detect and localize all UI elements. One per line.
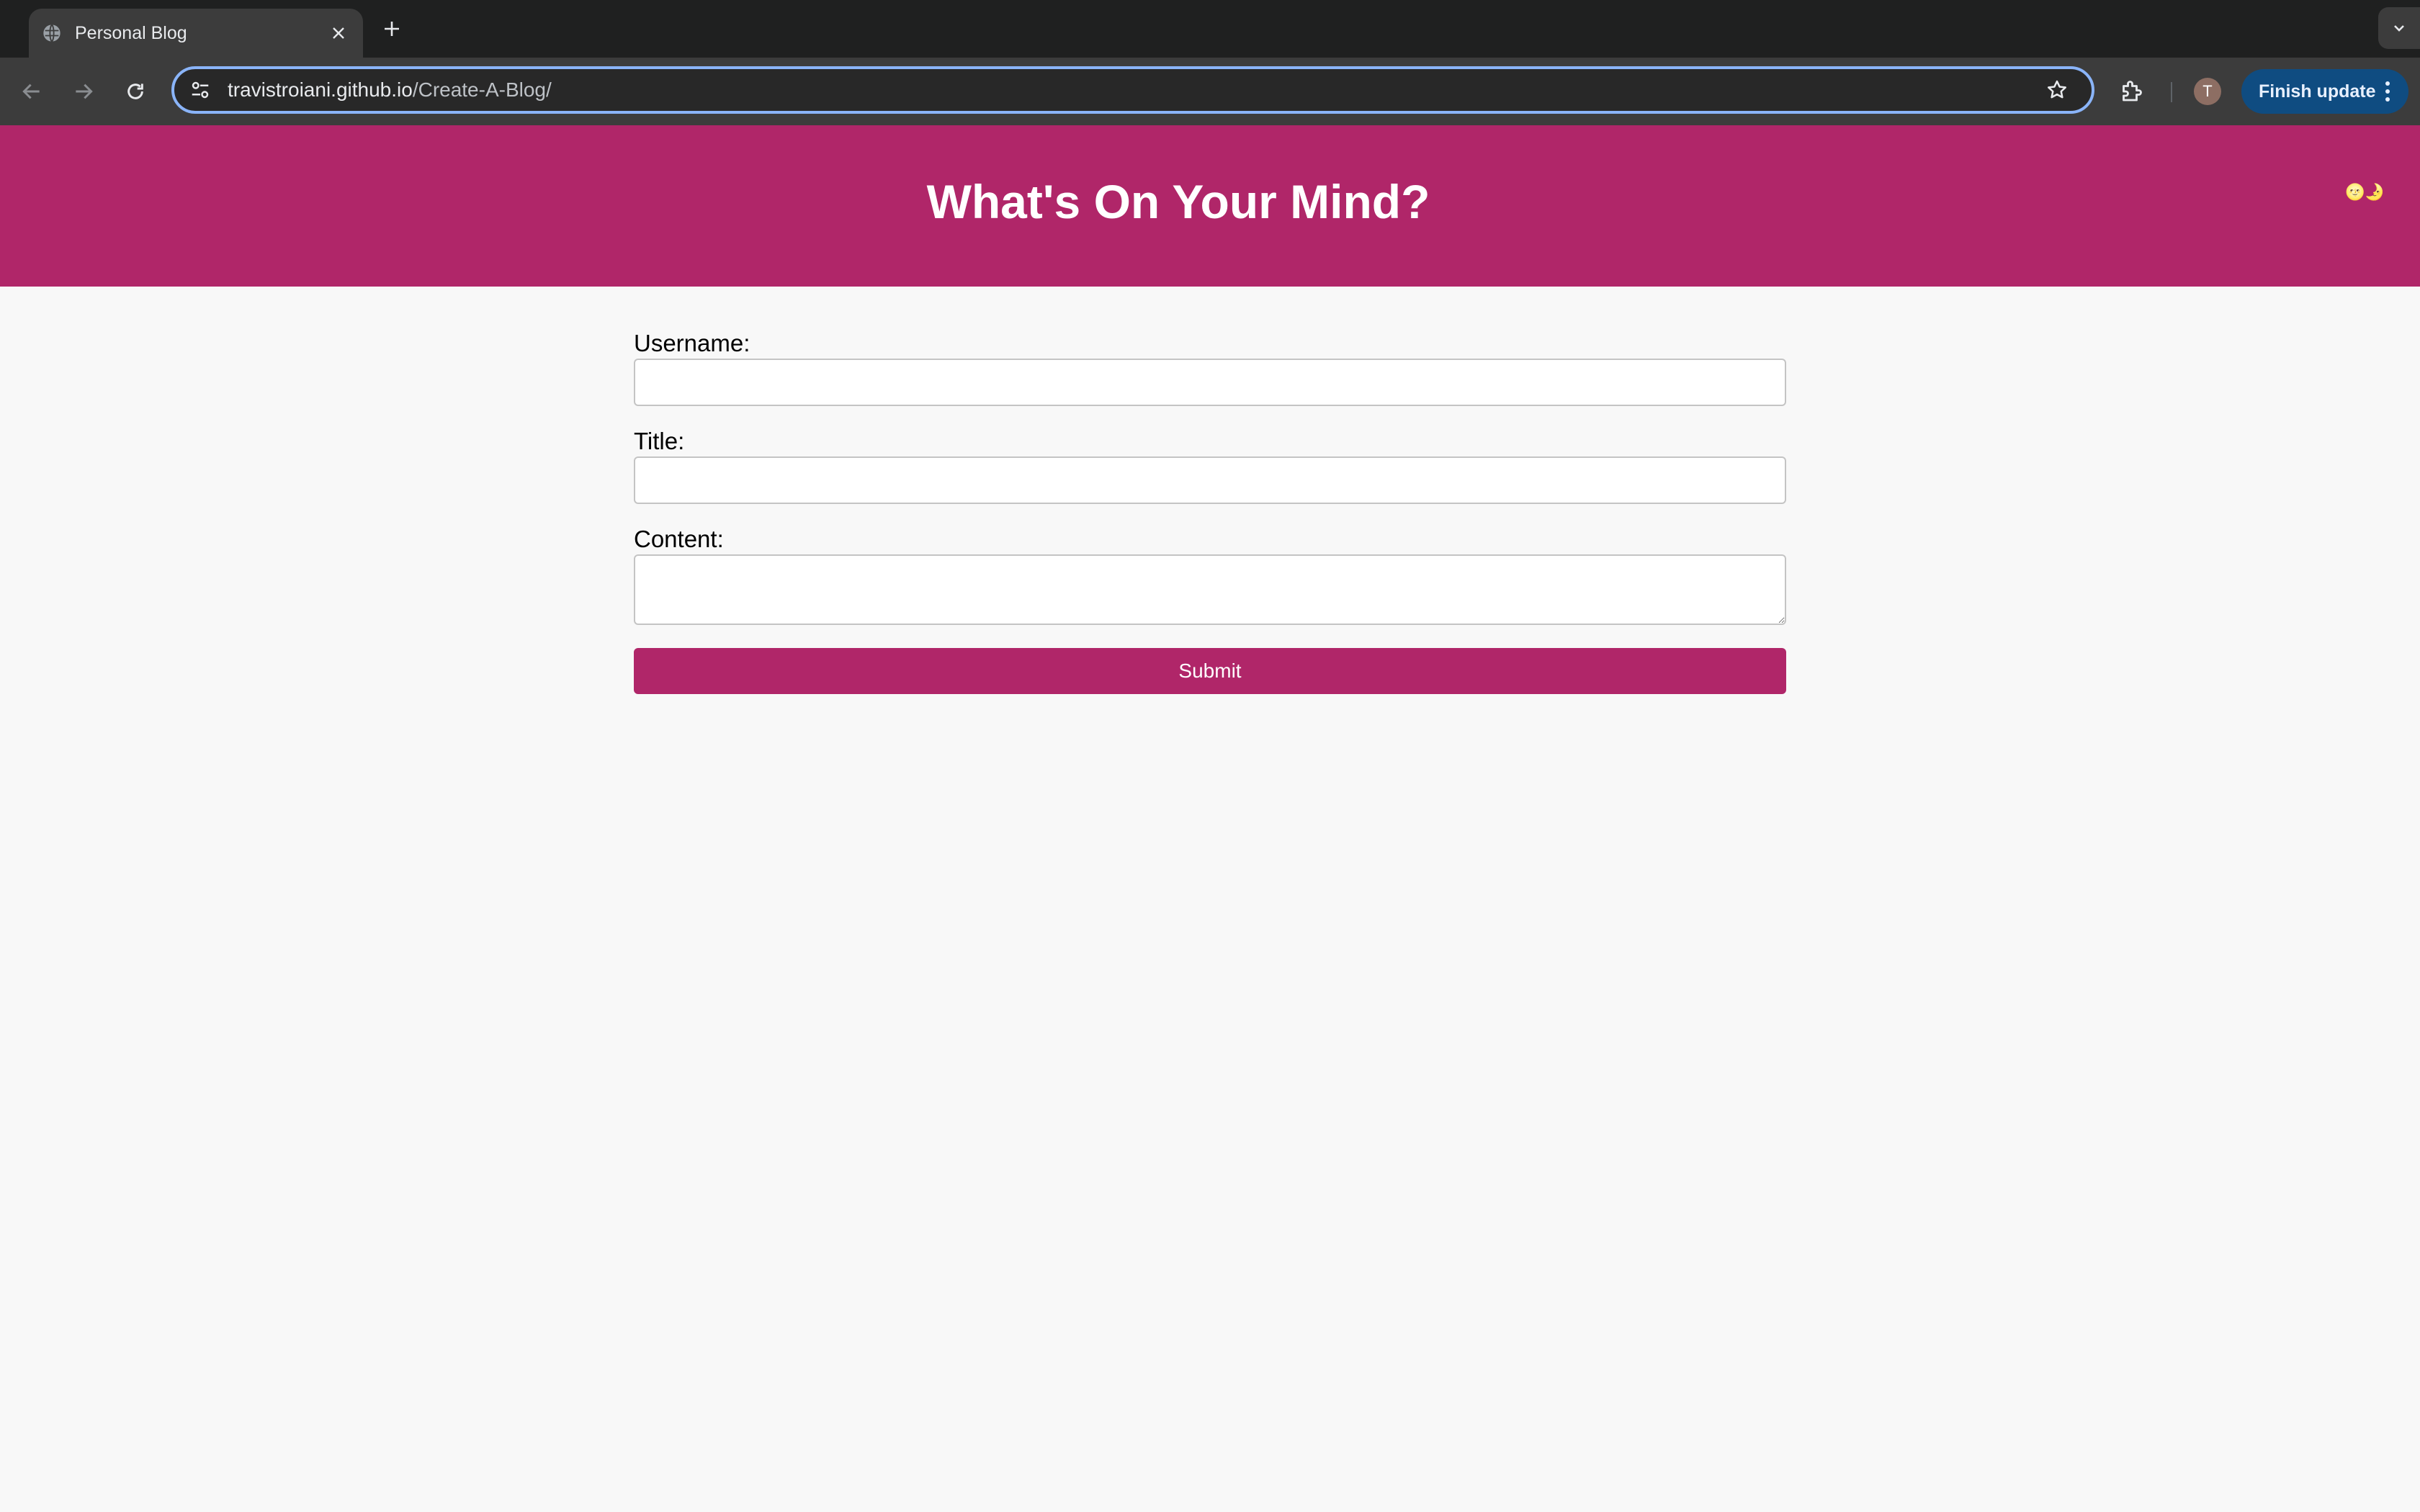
url-path: /Create-A-Blog/	[412, 78, 552, 101]
kebab-menu-icon[interactable]	[2377, 81, 2398, 102]
page-title: What's On Your Mind?	[926, 175, 1430, 228]
toolbar-divider	[2171, 82, 2172, 102]
submit-button[interactable]: Submit	[634, 648, 1786, 694]
browser-tab[interactable]: Personal Blog	[29, 9, 363, 58]
browser-tab-strip: Personal Blog	[0, 0, 2420, 58]
address-bar[interactable]: travistroiani.github.io/Create-A-Blog/	[171, 66, 2094, 114]
tab-search-chevron-icon[interactable]	[2378, 7, 2420, 49]
url-host: travistroiani.github.io	[228, 78, 413, 101]
extensions-puzzle-icon[interactable]	[2115, 75, 2148, 108]
reload-icon[interactable]	[118, 74, 153, 109]
content-textarea[interactable]	[634, 554, 1786, 625]
site-info-icon[interactable]	[187, 77, 213, 103]
browser-toolbar: travistroiani.github.io/Create-A-Blog/ T…	[0, 58, 2420, 125]
close-tab-icon[interactable]	[324, 19, 353, 48]
globe-icon	[42, 23, 62, 43]
dark-mode-toggle[interactable]: 🌝🌛	[2345, 183, 2385, 202]
new-tab-icon[interactable]	[376, 13, 408, 45]
profile-avatar[interactable]: T	[2194, 78, 2221, 105]
back-icon[interactable]	[14, 74, 49, 109]
username-label: Username:	[634, 330, 750, 356]
finish-update-label: Finish update	[2259, 81, 2376, 102]
username-input[interactable]	[634, 359, 1786, 406]
title-label: Title:	[634, 428, 685, 454]
page-header: What's On Your Mind? 🌝🌛	[0, 125, 2420, 287]
forward-icon[interactable]	[66, 74, 101, 109]
tab-title: Personal Blog	[75, 22, 187, 43]
finish-update-button[interactable]: Finish update	[2241, 69, 2408, 114]
title-input[interactable]	[634, 456, 1786, 504]
content-label: Content:	[634, 526, 724, 552]
url-text: travistroiani.github.io/Create-A-Blog/	[228, 78, 2043, 102]
bookmark-star-icon[interactable]	[2043, 76, 2071, 104]
